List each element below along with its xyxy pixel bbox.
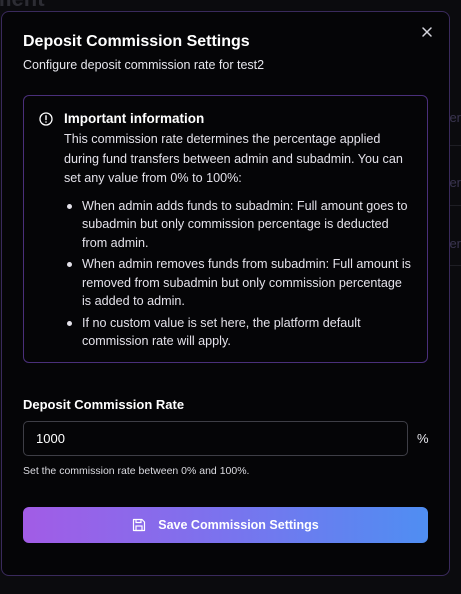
background-text-fragment: er	[449, 236, 461, 251]
dialog-title: Deposit Commission Settings	[23, 33, 250, 50]
info-heading: Important information	[64, 111, 205, 126]
alert-circle-icon	[39, 112, 53, 126]
background-divider	[449, 145, 461, 146]
info-bullet: When admin removes funds from subadmin: …	[64, 255, 413, 311]
commission-rate-label: Deposit Commission Rate	[23, 397, 185, 412]
info-bullet-list: When admin adds funds to subadmin: Full …	[64, 197, 413, 351]
close-icon-graphic	[422, 27, 432, 37]
percent-unit: %	[417, 431, 429, 446]
save-icon	[133, 518, 146, 532]
info-bullet: When admin adds funds to subadmin: Full …	[64, 197, 413, 253]
commission-settings-dialog: Deposit Commission Settings Configure de…	[1, 11, 450, 576]
commission-rate-hint: Set the commission rate between 0% and 1…	[23, 465, 250, 477]
background-text-fragment: er	[449, 175, 461, 190]
info-bullet: If no custom value is set here, the plat…	[64, 314, 413, 351]
background-divider	[449, 205, 461, 206]
important-info-box: Important information This commission ra…	[23, 95, 428, 363]
close-icon[interactable]	[419, 26, 435, 42]
dialog-subtitle: Configure deposit commission rate for te…	[23, 58, 265, 72]
save-button-label: Save Commission Settings	[158, 518, 319, 532]
background-text-fragment: er	[449, 110, 461, 125]
commission-rate-input[interactable]	[23, 421, 408, 456]
info-description: This commission rate determines the perc…	[64, 132, 403, 185]
save-commission-settings-button[interactable]: Save Commission Settings	[23, 507, 428, 543]
background-divider	[449, 265, 461, 266]
